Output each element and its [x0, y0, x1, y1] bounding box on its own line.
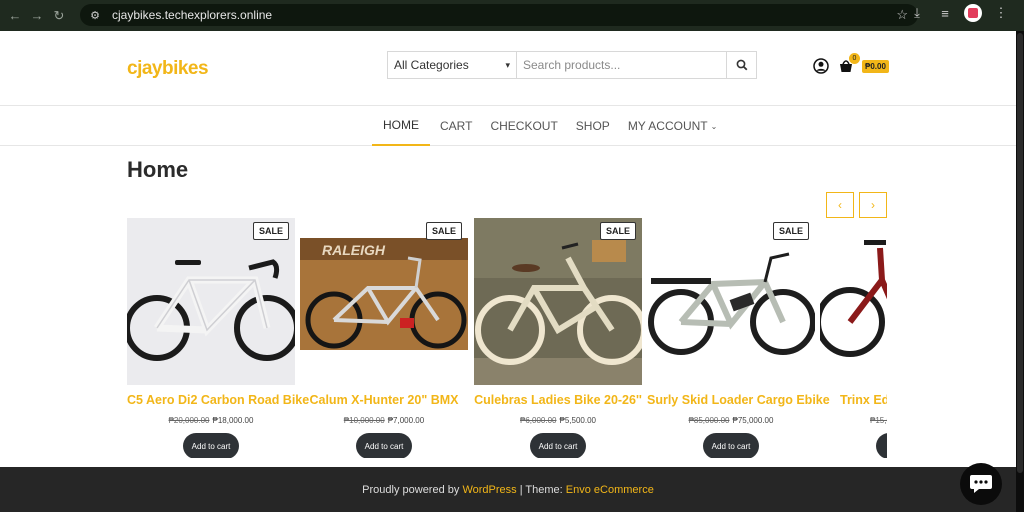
footer-prefix: Proudly powered by	[362, 483, 460, 496]
cart-count-badge: 0	[849, 53, 860, 64]
nav-item-shop[interactable]: SHOP	[568, 106, 618, 146]
browser-toolbar: ← → ↻ ⚙ cjaybikes.techexplorers.online ☆…	[0, 0, 1024, 31]
search-input[interactable]	[517, 52, 726, 78]
category-select[interactable]: All Categories ▾	[388, 52, 517, 78]
site-header: cjaybikes All Categories ▾ 0 ₱0.00	[0, 31, 1016, 105]
product-price: ₱85,000.00 ₱75,000.00	[647, 416, 815, 425]
add-to-cart-button[interactable]: Add to cart	[183, 433, 239, 458]
product-name[interactable]: C5 Aero Di2 Carbon Road Bike	[127, 393, 309, 407]
product-search: All Categories ▾	[387, 51, 757, 79]
reload-icon[interactable]: ↻	[48, 5, 70, 27]
nav-item-cart[interactable]: CART	[432, 106, 480, 146]
web-page: cjaybikes All Categories ▾ 0 ₱0.00	[0, 31, 1016, 512]
browser-menu-icon[interactable]: ⋮	[992, 5, 1010, 21]
product-image[interactable]: SALE	[127, 218, 295, 385]
search-icon	[736, 59, 747, 71]
sale-badge: SALE	[772, 222, 809, 240]
main-navigation: HOME CART CHECKOUT SHOP MY ACCOUNT ⌄	[0, 105, 1016, 146]
product-price: ₱15,0	[870, 416, 887, 425]
footer-theme-link[interactable]: Envo eCommerce	[566, 484, 654, 496]
url-text: cjaybikes.techexplorers.online	[112, 8, 273, 22]
sale-badge: SALE	[599, 222, 636, 240]
cart-total[interactable]: ₱0.00	[862, 60, 889, 73]
product-name[interactable]: Trinx Edge	[840, 393, 887, 407]
account-icon[interactable]	[813, 58, 829, 74]
page-scrollbar[interactable]	[1016, 31, 1024, 512]
mountain-bike-image	[820, 218, 887, 385]
product-carousel: SALE C5 Aero Di2 Carbon Road Bike ₱20,00…	[127, 218, 887, 458]
chevron-down-icon: ▾	[505, 59, 510, 70]
sale-badge: SALE	[425, 222, 462, 240]
nav-item-my-account-label: MY ACCOUNT	[627, 119, 708, 133]
nav-item-checkout[interactable]: CHECKOUT	[482, 106, 565, 146]
back-icon[interactable]: ←	[4, 5, 26, 27]
product-name[interactable]: Surly Skid Loader Cargo Ebike	[647, 393, 830, 407]
add-to-cart-button[interactable]: Add to cart	[356, 433, 412, 458]
product-old-price: ₱85,000.00	[688, 416, 730, 425]
product-card: SALE Surly Skid Loader Cargo Ebike ₱85,0…	[647, 218, 830, 458]
add-to-cart-button[interactable]: Add to cart	[530, 433, 586, 458]
bookmark-star-icon[interactable]: ☆	[896, 7, 908, 23]
chevron-down-icon: ⌄	[710, 121, 718, 131]
browser-actions: ⤓ ≡ ⋮	[908, 4, 1010, 22]
nav-item-my-account[interactable]: MY ACCOUNT ⌄	[620, 106, 726, 146]
chat-button[interactable]	[960, 463, 1002, 505]
product-image[interactable]: RALEIGH SALE	[300, 218, 468, 385]
product-card: Trinx Edge ₱15,0	[820, 218, 887, 458]
product-card: SALE C5 Aero Di2 Carbon Road Bike ₱20,00…	[127, 218, 309, 458]
product-image[interactable]: SALE	[474, 218, 642, 385]
carousel-next-button[interactable]: ›	[859, 192, 887, 218]
forward-icon[interactable]: →	[26, 5, 48, 27]
cargo-ebike-image	[647, 218, 815, 385]
footer-separator: | Theme:	[516, 483, 566, 496]
nav-item-home[interactable]: HOME	[372, 106, 430, 146]
product-old-price: ₱20,000.00	[168, 416, 210, 425]
add-to-cart-button[interactable]: Add to cart	[703, 433, 759, 458]
bmx-bike-image: RALEIGH	[300, 218, 468, 385]
product-name[interactable]: Culebras Ladies Bike 20-26''	[474, 393, 642, 407]
product-old-price: ₱15,0	[870, 416, 887, 425]
category-select-value: All Categories	[394, 58, 469, 72]
search-button[interactable]	[726, 52, 756, 78]
address-bar[interactable]: ⚙ cjaybikes.techexplorers.online ☆	[80, 4, 918, 26]
svg-text:RALEIGH: RALEIGH	[322, 242, 386, 258]
site-footer: Proudly powered by WordPress | Theme: En…	[0, 467, 1016, 512]
product-name[interactable]: Calum X-Hunter 20" BMX	[300, 393, 468, 407]
download-icon[interactable]: ⤓	[908, 5, 926, 21]
product-price: ₱6,000.00 ₱5,500.00	[474, 416, 642, 425]
chat-icon	[970, 475, 992, 493]
product-sale-price: ₱18,000.00	[212, 416, 254, 425]
add-to-cart-button[interactable]	[876, 433, 887, 458]
ladies-bike-image	[474, 218, 642, 385]
carousel-prev-button[interactable]: ‹	[826, 192, 854, 218]
product-old-price: ₱6,000.00	[520, 416, 557, 425]
product-sale-price: ₱5,500.00	[559, 416, 596, 425]
product-old-price: ₱10,000.00	[343, 416, 385, 425]
product-price: ₱10,000.00 ₱7,000.00	[300, 416, 468, 425]
product-sale-price: ₱75,000.00	[732, 416, 774, 425]
product-image[interactable]	[820, 218, 887, 385]
profile-avatar[interactable]	[964, 4, 982, 22]
footer-wordpress-link[interactable]: WordPress	[462, 484, 516, 496]
site-logo[interactable]: cjaybikes	[127, 58, 209, 80]
site-info-icon[interactable]: ⚙	[88, 8, 102, 22]
product-image[interactable]: SALE	[647, 218, 815, 385]
product-card: RALEIGH SALE Calum X-Hunter 20" BMX ₱10,…	[300, 218, 468, 458]
media-icon[interactable]: ≡	[936, 6, 954, 21]
page-title: Home	[127, 157, 189, 182]
road-bike-image	[127, 218, 295, 385]
product-price: ₱20,000.00 ₱18,000.00	[127, 416, 295, 425]
sale-badge: SALE	[252, 222, 289, 240]
product-card: SALE Culebras Ladies Bike 20-26'' ₱6,000…	[474, 218, 642, 458]
product-sale-price: ₱7,000.00	[387, 416, 425, 425]
